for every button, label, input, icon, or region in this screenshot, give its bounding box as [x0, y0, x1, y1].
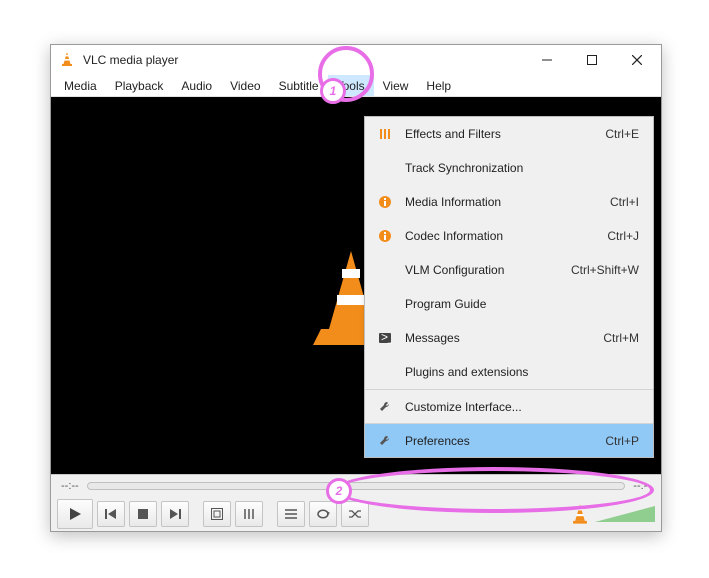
- menuitem-vlm-config[interactable]: VLM Configuration Ctrl+Shift+W: [365, 253, 653, 287]
- info-icon: [375, 226, 395, 246]
- seek-slider[interactable]: [87, 482, 626, 490]
- loop-button[interactable]: [309, 501, 337, 527]
- menu-subtitle[interactable]: Subtitle: [270, 75, 328, 96]
- info-icon: [375, 192, 395, 212]
- shuffle-button[interactable]: [341, 501, 369, 527]
- extended-settings-button[interactable]: [235, 501, 263, 527]
- close-button[interactable]: [614, 45, 659, 75]
- window-title: VLC media player: [83, 53, 524, 67]
- play-button[interactable]: [57, 499, 93, 529]
- menuitem-preferences[interactable]: Preferences Ctrl+P: [365, 423, 653, 457]
- menu-bar: Media Playback Audio Video Subtitle Tool…: [51, 75, 661, 97]
- sliders-icon: [375, 124, 395, 144]
- menuitem-track-sync[interactable]: Track Synchronization: [365, 151, 653, 185]
- vlc-cone-icon: [59, 51, 75, 70]
- menu-video[interactable]: Video: [221, 75, 269, 96]
- volume-slider[interactable]: [595, 506, 655, 522]
- menuitem-effects-filters[interactable]: Effects and Filters Ctrl+E: [365, 117, 653, 151]
- video-area[interactable]: Effects and Filters Ctrl+E Track Synchro…: [51, 97, 661, 474]
- menu-playback[interactable]: Playback: [106, 75, 173, 96]
- tools-dropdown: Effects and Filters Ctrl+E Track Synchro…: [364, 116, 654, 458]
- fullscreen-button[interactable]: [203, 501, 231, 527]
- menuitem-program-guide[interactable]: Program Guide: [365, 287, 653, 321]
- menuitem-media-info[interactable]: Media Information Ctrl+I: [365, 185, 653, 219]
- time-total: --:--: [633, 480, 651, 492]
- title-bar: VLC media player: [51, 45, 661, 75]
- playlist-button[interactable]: [277, 501, 305, 527]
- menuitem-codec-info[interactable]: Codec Information Ctrl+J: [365, 219, 653, 253]
- menu-tools[interactable]: Tools: [328, 75, 374, 96]
- stop-button[interactable]: [129, 501, 157, 527]
- volume-icon[interactable]: [569, 503, 591, 525]
- svg-text:>_: >_: [381, 331, 392, 344]
- wrench-icon: [375, 397, 395, 417]
- controls-bar: --:-- --:--: [51, 474, 661, 531]
- terminal-icon: >_: [375, 328, 395, 348]
- menu-help[interactable]: Help: [417, 75, 460, 96]
- wrench-icon: [375, 431, 395, 451]
- menu-view[interactable]: View: [374, 75, 418, 96]
- menuitem-customize-interface[interactable]: Customize Interface...: [365, 389, 653, 423]
- menu-audio[interactable]: Audio: [172, 75, 221, 96]
- previous-button[interactable]: [97, 501, 125, 527]
- menuitem-plugins[interactable]: Plugins and extensions: [365, 355, 653, 389]
- vlc-window: VLC media player Media Playback Audio Vi…: [50, 44, 662, 532]
- maximize-button[interactable]: [569, 45, 614, 75]
- menu-media[interactable]: Media: [55, 75, 106, 96]
- time-elapsed: --:--: [61, 480, 79, 492]
- next-button[interactable]: [161, 501, 189, 527]
- minimize-button[interactable]: [524, 45, 569, 75]
- menuitem-messages[interactable]: >_ Messages Ctrl+M: [365, 321, 653, 355]
